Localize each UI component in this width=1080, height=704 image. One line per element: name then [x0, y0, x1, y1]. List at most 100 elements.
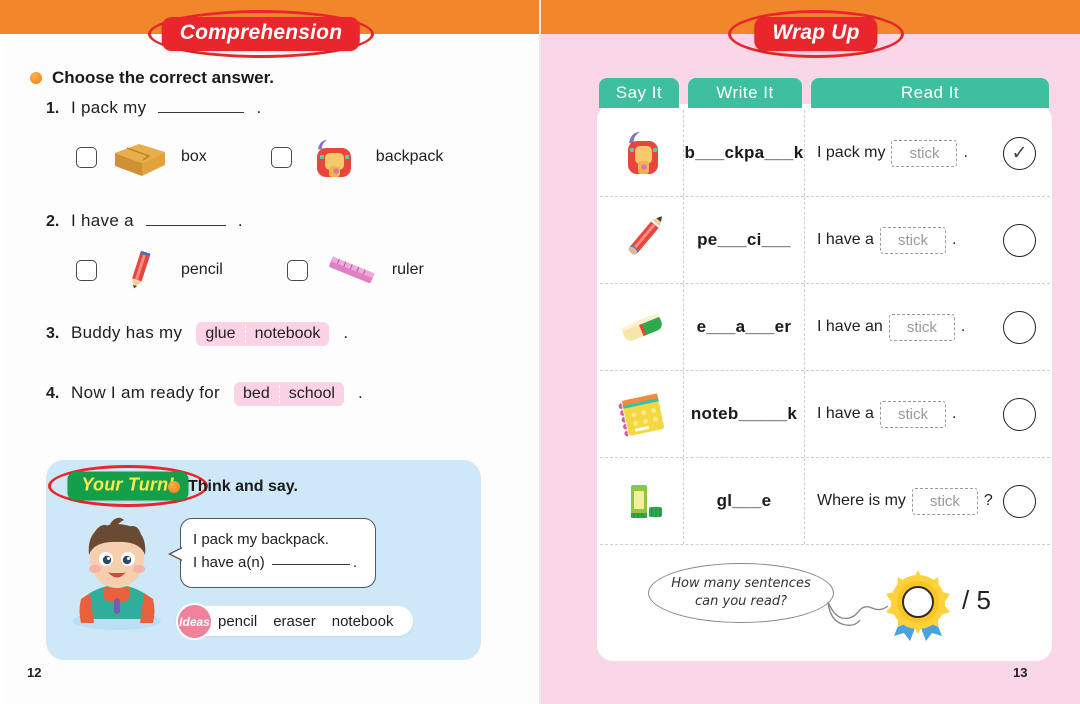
- word-choice-group[interactable]: glue notebook: [196, 322, 330, 346]
- page-number-left: 12: [27, 665, 42, 680]
- word-option-school[interactable]: school: [278, 385, 344, 403]
- question-number: 3.: [46, 325, 60, 342]
- read-text-before: I pack my: [817, 144, 886, 161]
- read-text-after: .: [951, 405, 957, 422]
- say-it-cell: [600, 371, 684, 457]
- question-prompt: 2. I have a .: [46, 211, 424, 231]
- say-it-cell: [600, 197, 684, 283]
- idea-word-eraser[interactable]: eraser: [273, 613, 316, 630]
- sticker-slot[interactable]: stick: [879, 226, 946, 254]
- read-it-cell: I have a stick .: [805, 197, 1050, 283]
- question-line-1: How many sentences: [671, 575, 811, 591]
- eraser-icon: [620, 313, 662, 341]
- say-it-cell: [600, 284, 684, 370]
- question-period: .: [256, 98, 262, 117]
- choice-label: box: [181, 148, 207, 165]
- read-text-before: I have a: [817, 405, 874, 422]
- choice-option-box[interactable]: box: [76, 135, 207, 179]
- table-header-say-it: Say It: [599, 78, 679, 108]
- question-3: 3. Buddy has my glue notebook .: [46, 322, 348, 346]
- checkbox-ruler[interactable]: [286, 259, 308, 281]
- write-it-cell[interactable]: noteb_____k: [684, 371, 805, 457]
- sticker-slot[interactable]: stick: [888, 313, 955, 341]
- answer-blank[interactable]: [145, 213, 226, 226]
- question-text: I have a: [71, 211, 134, 230]
- read-text-before: I have an: [817, 318, 883, 335]
- ruler-icon: [329, 256, 375, 284]
- word-option-notebook[interactable]: notebook: [244, 325, 330, 343]
- choice-label: backpack: [375, 148, 444, 165]
- checkbox-box[interactable]: [76, 146, 97, 168]
- bullet-dot-icon: [30, 72, 42, 84]
- table-row: gl___e Where is my stick ?: [600, 458, 1050, 545]
- bubble-period: .: [352, 554, 358, 572]
- wrapup-label: Wrap Up: [754, 17, 878, 51]
- checkbox-backpack[interactable]: [270, 146, 292, 168]
- box-icon: [115, 144, 165, 176]
- sticker-slot[interactable]: stick: [879, 400, 946, 428]
- table-row: e___a___er I have an stick .: [600, 284, 1050, 371]
- backpack-icon: [316, 140, 351, 177]
- choice-option-backpack[interactable]: backpack: [270, 135, 444, 179]
- comprehension-label: Comprehension: [161, 17, 361, 51]
- question-number: 4.: [46, 385, 60, 402]
- word-choice-group[interactable]: bed school: [234, 382, 344, 406]
- read-text-before: I have a: [817, 231, 874, 248]
- check-circle[interactable]: ✓: [1003, 136, 1036, 170]
- read-it-cell: Where is my stick ?: [805, 458, 1050, 544]
- choice-option-pencil[interactable]: pencil: [76, 248, 223, 292]
- word-option-glue[interactable]: glue: [196, 325, 244, 343]
- read-it-cell: I pack my stick . ✓: [805, 110, 1050, 196]
- page-number-right: 13: [1013, 665, 1028, 680]
- bubble-line-2: I have a(n) .: [193, 551, 363, 574]
- write-it-cell[interactable]: b___ckpa___k: [684, 110, 805, 196]
- read-it-cell: I have a stick .: [805, 371, 1050, 457]
- check-circle[interactable]: [1003, 484, 1036, 518]
- question-text: Buddy has my: [71, 323, 183, 342]
- answer-blank[interactable]: [271, 552, 350, 566]
- comprehension-section-badge: Comprehension: [148, 10, 374, 58]
- choice-row: pencil ruler: [76, 248, 424, 292]
- say-it-cell: [600, 110, 684, 196]
- write-it-cell[interactable]: e___a___er: [684, 284, 805, 370]
- word-option-bed[interactable]: bed: [234, 385, 279, 403]
- choice-option-ruler[interactable]: ruler: [286, 248, 424, 292]
- wrapup-section-badge: Wrap Up: [728, 10, 904, 58]
- check-circle[interactable]: [1003, 397, 1036, 431]
- check-circle[interactable]: [1003, 223, 1036, 257]
- choice-label: ruler: [391, 261, 424, 278]
- notebook-icon: [618, 393, 664, 437]
- ideas-pill-label: Ideas: [176, 603, 213, 640]
- pencil-icon: [132, 250, 151, 289]
- question-text: I pack my: [71, 98, 147, 117]
- read-text-after: .: [960, 318, 966, 335]
- table-header-write-it: Write It: [688, 78, 802, 108]
- question-number: 2.: [46, 213, 60, 230]
- question-1: 1. I pack my . box backpack: [46, 98, 443, 179]
- check-circle[interactable]: [1003, 310, 1036, 344]
- table-row: noteb_____k I have a stick .: [600, 371, 1050, 458]
- read-it-cell: I have an stick .: [805, 284, 1050, 370]
- answer-blank[interactable]: [158, 100, 245, 113]
- write-it-cell[interactable]: gl___e: [684, 458, 805, 544]
- table-header-read-it: Read It: [811, 78, 1049, 108]
- table-row: b___ckpa___k I pack my stick . ✓: [600, 110, 1050, 197]
- table-row: pe___ci___ I have a stick .: [600, 197, 1050, 284]
- idea-word-notebook[interactable]: notebook: [332, 613, 394, 630]
- question-period: .: [237, 211, 243, 230]
- choice-label: pencil: [181, 261, 223, 278]
- idea-word-pencil[interactable]: pencil: [218, 613, 257, 630]
- sticker-slot[interactable]: stick: [911, 487, 978, 515]
- say-it-cell: [600, 458, 684, 544]
- write-it-cell[interactable]: pe___ci___: [684, 197, 805, 283]
- read-text-before: Where is my: [817, 492, 906, 509]
- glue-icon: [630, 485, 662, 518]
- sticker-slot[interactable]: stick: [891, 139, 958, 167]
- question-number: 1.: [46, 100, 60, 117]
- question-text: Now I am ready for: [71, 383, 221, 402]
- left-page-edge: [0, 0, 4, 704]
- bullet-dot-icon: [168, 481, 180, 493]
- medal-icon: [886, 570, 950, 641]
- read-text-after: .: [951, 231, 957, 248]
- checkbox-pencil[interactable]: [76, 259, 97, 281]
